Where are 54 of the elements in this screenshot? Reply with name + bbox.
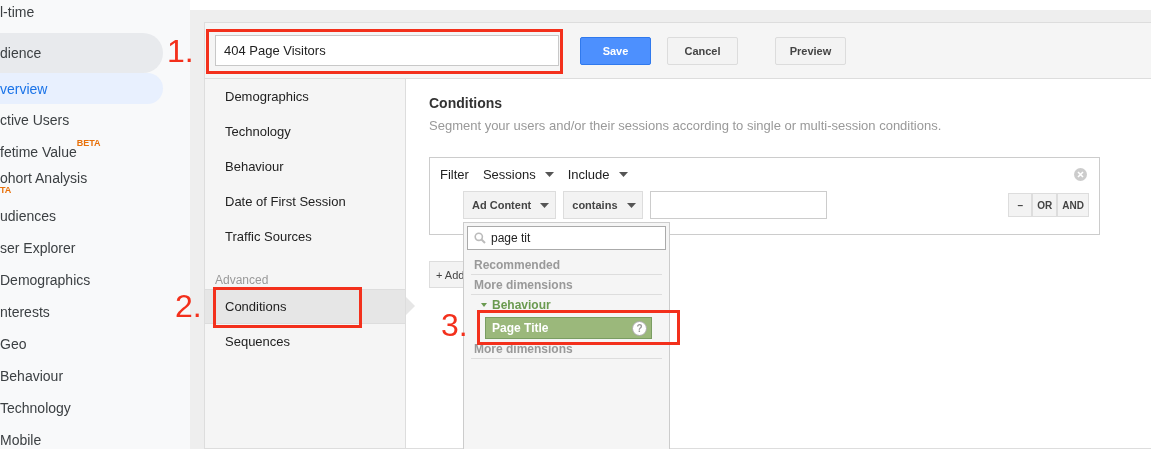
beta-label: BETA xyxy=(76,138,101,148)
sidebar-item[interactable]: ohort Analysis TA xyxy=(0,168,163,200)
sidebar-item[interactable]: ser Explorer xyxy=(0,232,163,264)
menu-heading: Recommended xyxy=(471,255,662,275)
nav-tab[interactable]: Behaviour xyxy=(205,149,405,184)
sidebar-item[interactable]: Behaviour xyxy=(0,360,163,392)
toolbar-button[interactable]: Cancel xyxy=(667,36,738,65)
sidebar-group[interactable]: dience xyxy=(0,33,163,73)
logic-button[interactable]: OR xyxy=(1032,193,1058,217)
nav-tab[interactable]: Traffic Sources xyxy=(205,219,405,254)
caret-icon xyxy=(544,171,554,177)
menu-heading: More dimensions xyxy=(471,275,662,295)
toolbar-button[interactable]: Preview xyxy=(775,36,846,65)
beta-label: TA xyxy=(0,185,13,195)
caret-icon xyxy=(626,202,636,208)
nav-tab[interactable]: Technology xyxy=(205,114,405,149)
dropdown[interactable]: Ad Content xyxy=(463,191,557,219)
section-title: Conditions xyxy=(429,95,504,113)
logic-button[interactable]: – xyxy=(1008,193,1033,217)
sidebar-item-label: ohort Analysis xyxy=(0,169,88,186)
expanded-icon[interactable] xyxy=(481,302,487,307)
close-icon[interactable] xyxy=(1074,167,1087,181)
dropdown[interactable]: Include xyxy=(567,166,628,182)
section-description: Segment your users and/or their sessions according to single or multi-session conditions. xyxy=(429,118,943,133)
sidebar-item[interactable]: Demographics xyxy=(0,264,163,296)
nav-tab[interactable]: Demographics xyxy=(205,79,405,114)
dropdown[interactable]: Sessions xyxy=(482,166,554,182)
menu-heading: More dimensions xyxy=(471,339,662,359)
sidebar-item[interactable]: udiences xyxy=(0,200,163,232)
menu-category: Behaviour xyxy=(492,297,551,312)
annotation-number: 3. xyxy=(441,307,468,344)
dropdown[interactable]: contains xyxy=(563,191,643,219)
sidebar-item[interactable]: ctive Users xyxy=(0,104,163,136)
caret-icon xyxy=(618,171,628,177)
value-field[interactable] xyxy=(649,191,827,219)
annotation-number: 1. xyxy=(167,33,194,70)
sidebar-item[interactable]: Technology xyxy=(0,392,163,424)
caret-icon xyxy=(540,202,550,208)
segment-name-field[interactable]: 404 Page Visitors xyxy=(215,35,559,66)
sidebar-item[interactable]: nterests xyxy=(0,296,163,328)
nav-tab[interactable]: Conditions xyxy=(205,289,405,324)
search-field[interactable]: page tit xyxy=(467,226,666,250)
nav-heading: Advanced xyxy=(214,272,270,289)
nav-tab[interactable]: Date of First Session xyxy=(205,184,405,219)
filter-label: Filter xyxy=(440,166,469,182)
annotation-number: 2. xyxy=(175,288,202,325)
sidebar-item-label: fetime Value xyxy=(0,144,77,160)
nav-tab[interactable]: Sequences xyxy=(205,324,405,359)
search-icon xyxy=(474,232,486,244)
sidebar-item[interactable]: Geo xyxy=(0,328,163,360)
logic-button[interactable]: AND xyxy=(1057,193,1089,217)
sidebar-item[interactable]: l-time xyxy=(0,0,163,24)
sidebar-item[interactable]: Mobile xyxy=(0,424,163,449)
sidebar-item[interactable]: verview xyxy=(0,73,163,104)
